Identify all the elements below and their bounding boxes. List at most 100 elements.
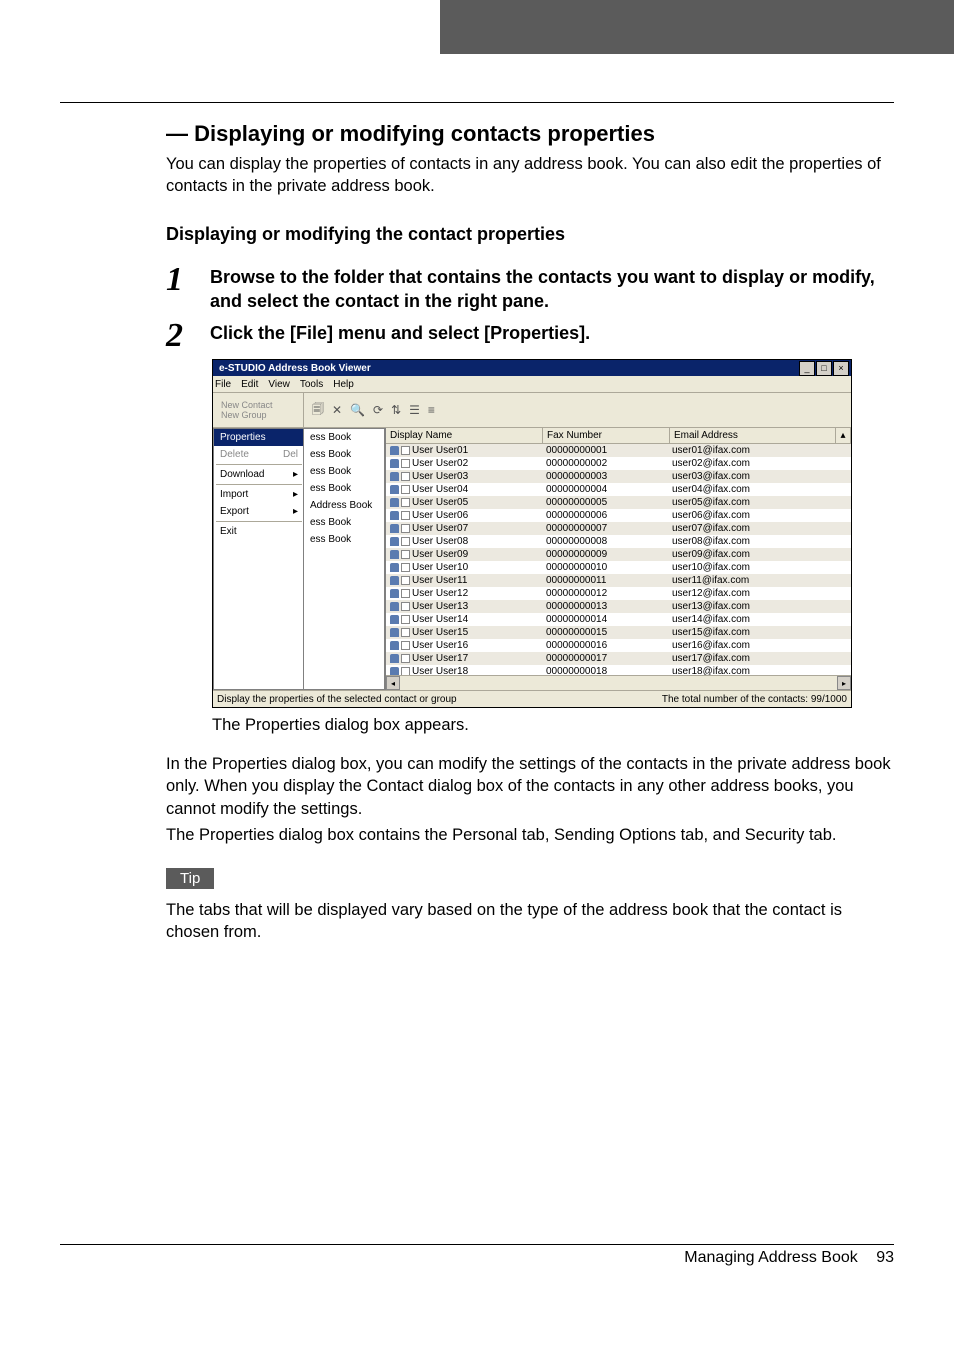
table-row[interactable]: User User1500000000015user15@ifax.com	[386, 626, 851, 639]
mail-icon	[401, 667, 410, 675]
submenu-item[interactable]: ess Book	[304, 514, 384, 531]
menu-item-download[interactable]: Download▸	[214, 466, 304, 483]
cell-fax-number: 00000000005	[542, 497, 668, 508]
footer-divider	[60, 1244, 894, 1245]
footer: Managing Address Book 93	[60, 1249, 894, 1267]
menu-item-exit[interactable]: Exit	[214, 523, 304, 540]
menu-separator	[216, 484, 302, 485]
display-name-text: User User04	[412, 484, 468, 495]
cell-display-name: User User16	[386, 640, 542, 651]
delete-icon[interactable]: ✕	[332, 403, 342, 417]
table-row[interactable]: User User1200000000012user12@ifax.com	[386, 587, 851, 600]
scrollbar-track[interactable]	[400, 676, 837, 690]
scroll-right-button[interactable]: ▸	[837, 676, 851, 690]
cell-email: user10@ifax.com	[668, 562, 829, 573]
mail-icon	[401, 459, 410, 468]
cell-email: user04@ifax.com	[668, 484, 829, 495]
cell-email: user17@ifax.com	[668, 653, 829, 664]
table-row[interactable]: User User0300000000003user03@ifax.com	[386, 470, 851, 483]
table-row[interactable]: User User0700000000007user07@ifax.com	[386, 522, 851, 535]
screenshot-caption: The Properties dialog box appears.	[212, 716, 894, 735]
properties-icon[interactable]: 🗐	[312, 400, 324, 421]
refresh-icon[interactable]: ⟳	[373, 403, 383, 417]
table-row[interactable]: User User0500000000005user05@ifax.com	[386, 496, 851, 509]
submenu-item[interactable]: ess Book	[304, 429, 384, 446]
cell-email: user05@ifax.com	[668, 497, 829, 508]
display-name-text: User User02	[412, 458, 468, 469]
step-number: 1	[166, 263, 210, 314]
view-icon-2[interactable]: ≡	[428, 403, 435, 417]
horizontal-scrollbar[interactable]: ◂ ▸	[386, 675, 851, 690]
table-row[interactable]: User User1700000000017user17@ifax.com	[386, 652, 851, 665]
step-number: 2	[166, 319, 210, 353]
mail-icon	[401, 563, 410, 572]
sync-icon[interactable]: ⇅	[391, 403, 401, 417]
submenu-item[interactable]: ess Book	[304, 480, 384, 497]
table-row[interactable]: User User1800000000018user18@ifax.com	[386, 665, 851, 675]
submenu-item[interactable]: ess Book	[304, 463, 384, 480]
view-icon-1[interactable]: ☰	[409, 403, 420, 417]
col-display-name[interactable]: Display Name	[386, 428, 543, 443]
menu-view[interactable]: View	[268, 379, 290, 390]
col-email-address[interactable]: Email Address	[670, 428, 836, 443]
table-row[interactable]: User User0800000000008user08@ifax.com	[386, 535, 851, 548]
table-row[interactable]: User User0100000000001user01@ifax.com	[386, 444, 851, 457]
cell-display-name: User User15	[386, 627, 542, 638]
display-name-text: User User07	[412, 523, 468, 534]
cell-email: user18@ifax.com	[668, 666, 829, 675]
cell-display-name: User User05	[386, 497, 542, 508]
table-row[interactable]: User User1100000000011user11@ifax.com	[386, 574, 851, 587]
window-title: e-STUDIO Address Book Viewer	[215, 363, 798, 374]
submenu-item[interactable]: Address Book	[304, 497, 384, 514]
close-button[interactable]: ×	[833, 361, 849, 376]
person-icon	[390, 511, 399, 520]
cell-email: user01@ifax.com	[668, 445, 829, 456]
header-bar	[440, 0, 954, 54]
cell-fax-number: 00000000018	[542, 666, 668, 675]
scroll-left-button[interactable]: ◂	[386, 676, 400, 690]
submenu-item[interactable]: ess Book	[304, 531, 384, 548]
display-name-text: User User17	[412, 653, 468, 664]
table-row[interactable]: User User1600000000016user16@ifax.com	[386, 639, 851, 652]
section-heading: — Displaying or modifying contacts prope…	[166, 121, 894, 147]
table-row[interactable]: User User0600000000006user06@ifax.com	[386, 509, 851, 522]
tip-label: Tip	[166, 868, 214, 889]
mail-icon	[401, 654, 410, 663]
cell-display-name: User User10	[386, 562, 542, 573]
toolbar: New Contact New Group 🗐 ✕ 🔍 ⟳ ⇅ ☰ ≡	[213, 393, 851, 428]
table-row[interactable]: User User0900000000009user09@ifax.com	[386, 548, 851, 561]
cell-email: user13@ifax.com	[668, 601, 829, 612]
display-name-text: User User16	[412, 640, 468, 651]
table-row[interactable]: User User1400000000014user14@ifax.com	[386, 613, 851, 626]
cell-fax-number: 00000000014	[542, 614, 668, 625]
menu-help[interactable]: Help	[333, 379, 354, 390]
menu-item-import[interactable]: Import▸	[214, 486, 304, 503]
person-icon	[390, 485, 399, 494]
find-icon[interactable]: 🔍	[350, 403, 365, 417]
table-row[interactable]: User User0400000000004user04@ifax.com	[386, 483, 851, 496]
person-icon	[390, 537, 399, 546]
menu-item-export[interactable]: Export▸	[214, 503, 304, 520]
menu-tools[interactable]: Tools	[300, 379, 323, 390]
col-fax-number[interactable]: Fax Number	[543, 428, 670, 443]
scroll-up-button[interactable]: ▴	[836, 428, 851, 443]
cell-fax-number: 00000000006	[542, 510, 668, 521]
menu-file[interactable]: File	[215, 379, 231, 390]
step-2: 2 Click the [File] menu and select [Prop…	[166, 319, 894, 353]
mail-icon	[401, 511, 410, 520]
table-row[interactable]: User User0200000000002user02@ifax.com	[386, 457, 851, 470]
toolbar-icons: 🗐 ✕ 🔍 ⟳ ⇅ ☰ ≡	[304, 393, 851, 427]
menu-edit[interactable]: Edit	[241, 379, 258, 390]
person-icon	[390, 550, 399, 559]
table-row[interactable]: User User1300000000013user13@ifax.com	[386, 600, 851, 613]
table-row[interactable]: User User1000000000010user10@ifax.com	[386, 561, 851, 574]
cell-fax-number: 00000000001	[542, 445, 668, 456]
window-body: Properties DeleteDel Download▸ Import▸ E…	[213, 428, 851, 690]
cell-display-name: User User06	[386, 510, 542, 521]
menu-item-properties[interactable]: Properties	[214, 429, 304, 446]
person-icon	[390, 563, 399, 572]
minimize-button[interactable]: _	[799, 361, 815, 376]
maximize-button[interactable]: □	[816, 361, 832, 376]
person-icon	[390, 602, 399, 611]
submenu-item[interactable]: ess Book	[304, 446, 384, 463]
